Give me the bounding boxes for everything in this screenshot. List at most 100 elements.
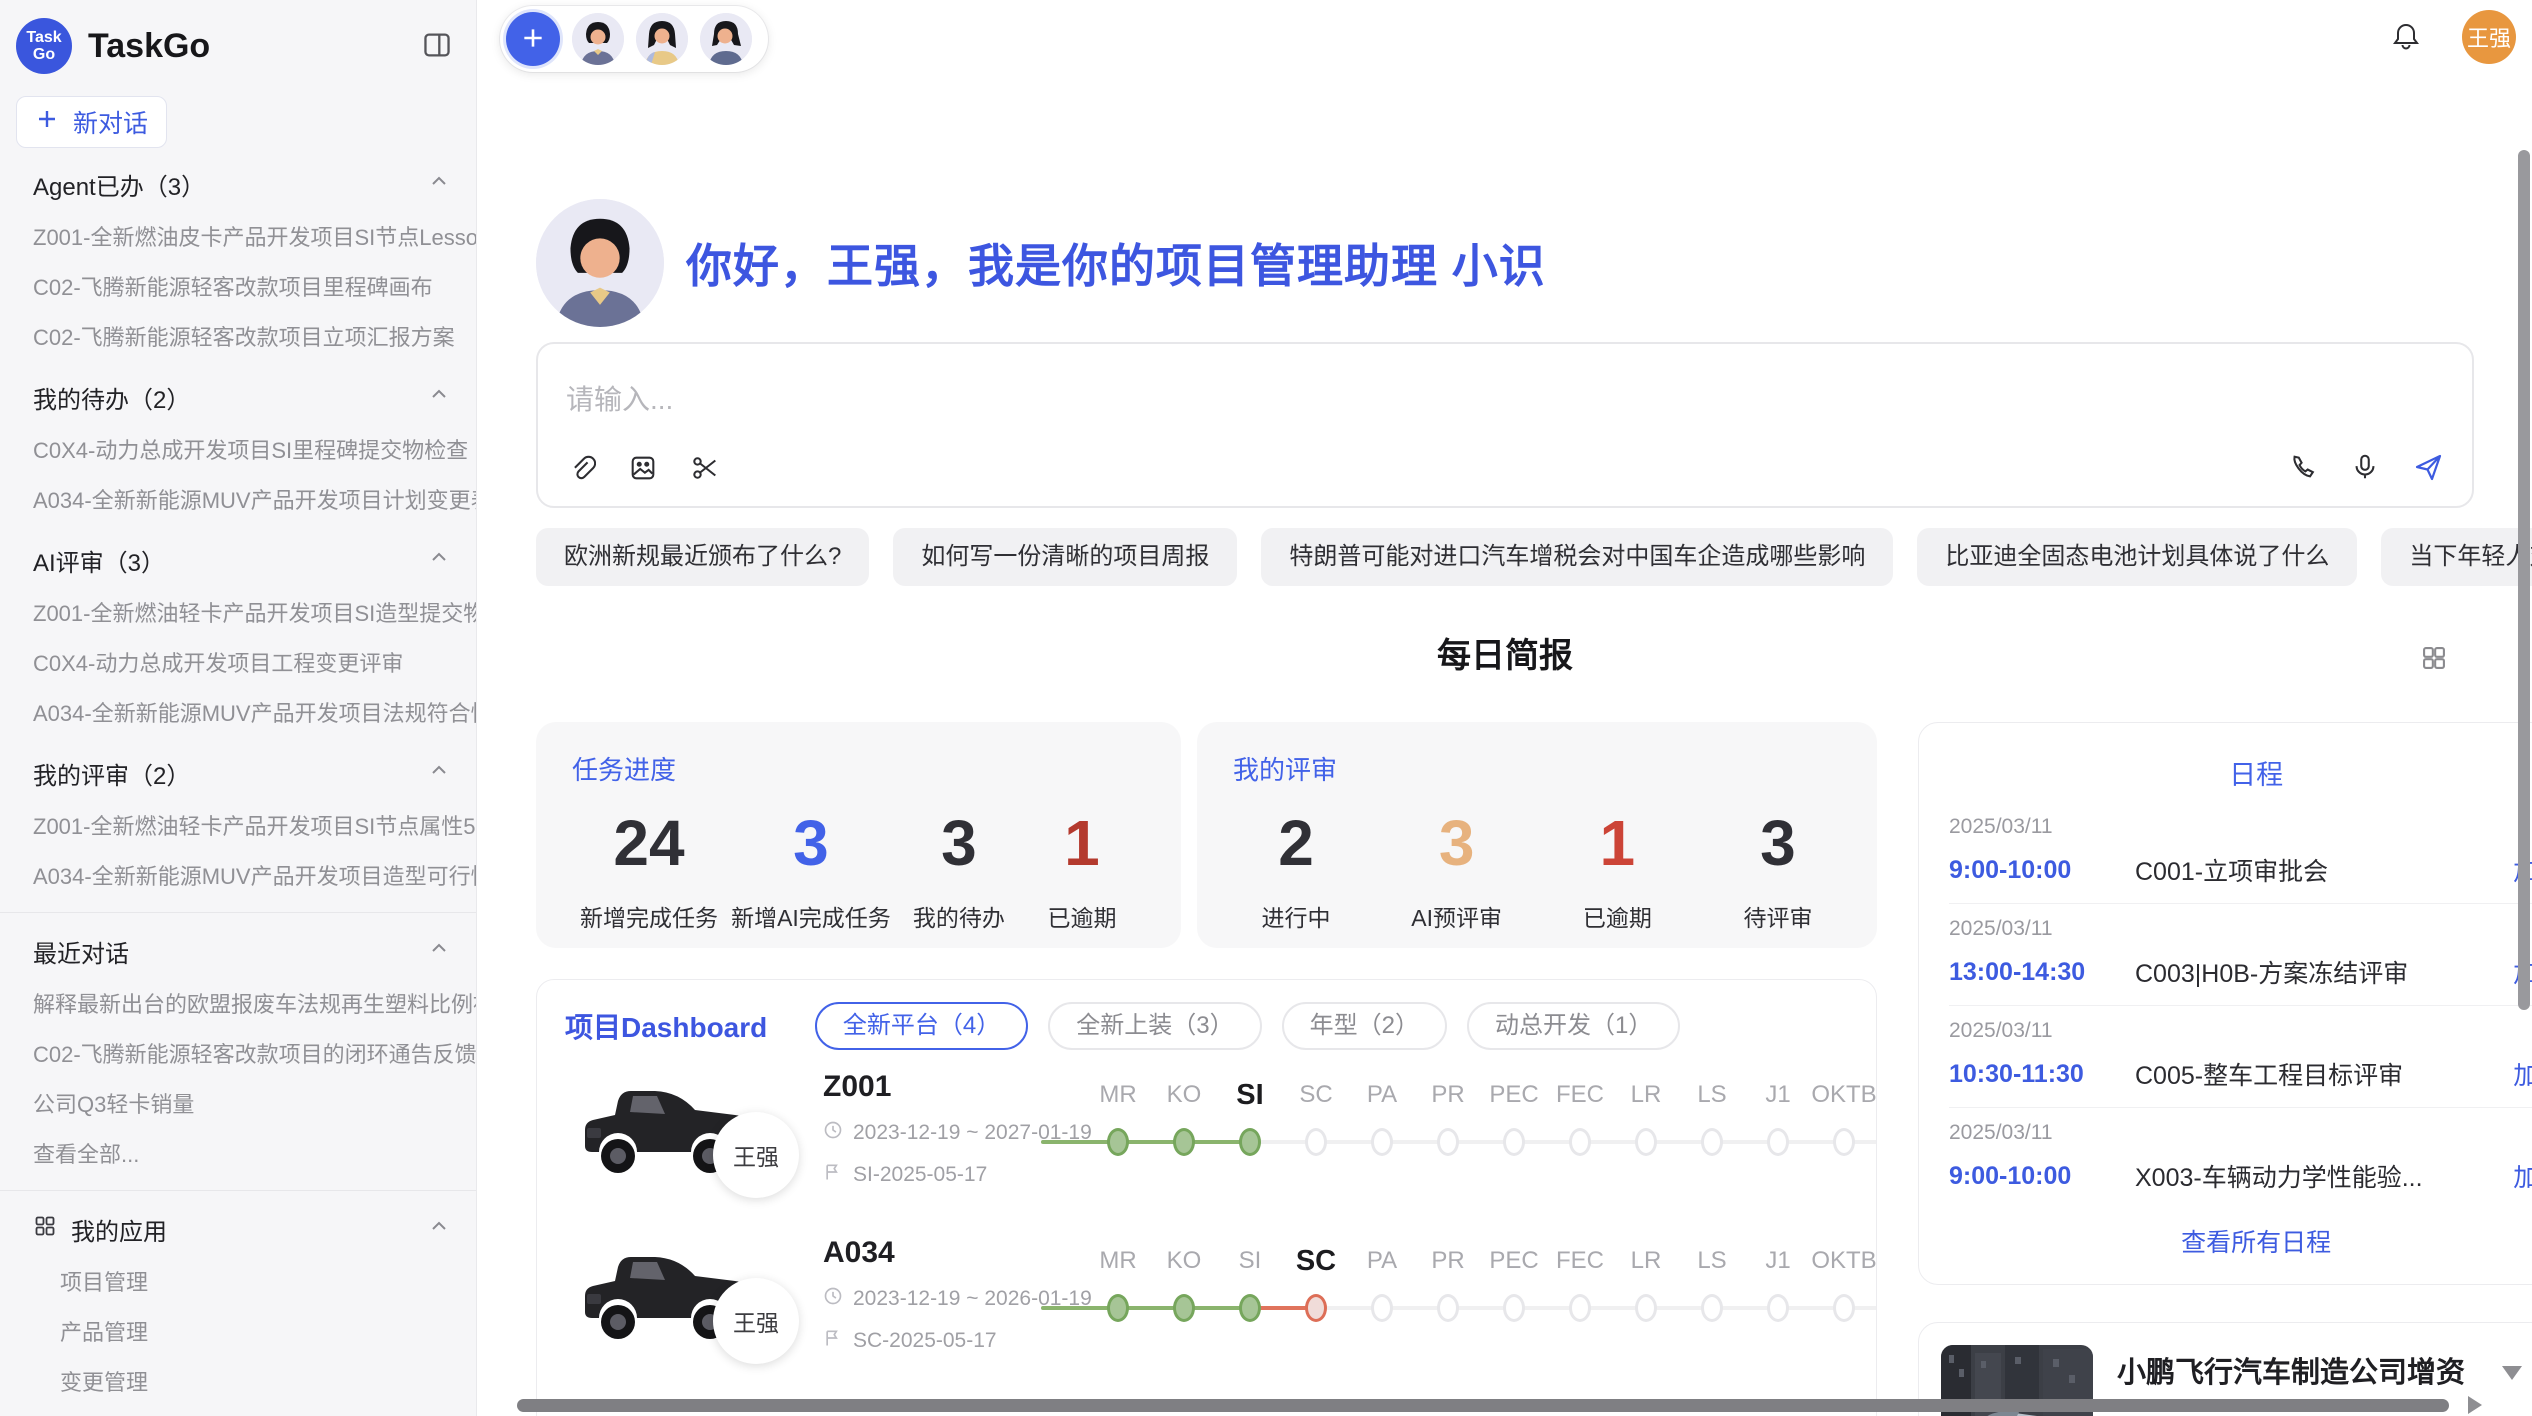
- sidebar-section-recent-chats[interactable]: 最近对话: [0, 925, 476, 978]
- sidebar-task-item[interactable]: Z001-全新燃油轻卡产品开发项目SI节点属性5D文件评审: [0, 800, 476, 850]
- owner-badge: 王强: [713, 1112, 799, 1198]
- chat-input-box[interactable]: 请输入...: [536, 342, 2474, 508]
- join-meeting-button[interactable]: 加入: [2513, 1056, 2532, 1092]
- schedule-time: 10:30-11:30: [1949, 1060, 2135, 1089]
- milestone-dot: [1701, 1294, 1723, 1322]
- screenshot-button[interactable]: [688, 451, 722, 488]
- app-item-change-mgmt[interactable]: 变更管理: [0, 1356, 476, 1406]
- plus-icon: [35, 107, 59, 138]
- recent-chat-item[interactable]: C02-飞腾新能源轻客改款项目的闭环通告反馈情况: [0, 1028, 476, 1078]
- avatar[interactable]: [700, 13, 752, 65]
- milestone-dot: [1635, 1294, 1657, 1322]
- sidebar-header: Task Go TaskGo: [0, 12, 476, 80]
- collapse-sidebar-button[interactable]: [418, 26, 456, 67]
- milestone-dot-alert: [1305, 1294, 1327, 1322]
- sidebar-task-item[interactable]: C02-飞腾新能源轻客改款项目里程碑画布: [0, 261, 476, 311]
- vertical-scrollbar[interactable]: [2518, 150, 2530, 1010]
- bell-icon: [2390, 20, 2422, 55]
- sidebar-section-my-review[interactable]: 我的评审（2）: [0, 747, 476, 800]
- notifications-button[interactable]: [2386, 16, 2426, 59]
- avatar[interactable]: [572, 13, 624, 65]
- sidebar-task-item[interactable]: Z001-全新燃油皮卡产品开发项目SI节点Lesson Learn报告: [0, 211, 476, 261]
- join-meeting-button[interactable]: 加入: [2513, 1158, 2532, 1194]
- new-session-button[interactable]: [506, 12, 560, 66]
- project-dates: 2023-12-19 ~ 2027-01-19: [823, 1120, 1071, 1146]
- tab-new-body[interactable]: 全新上装（3）: [1048, 1002, 1261, 1050]
- milestone-dot: [1503, 1128, 1525, 1156]
- send-button[interactable]: [2410, 449, 2446, 488]
- project-row-z001[interactable]: 王强 Z001 2023-12-19 ~ 2027-01-19: [565, 1066, 1848, 1216]
- horizontal-scrollbar[interactable]: [517, 1399, 2449, 1412]
- sidebar-section-my-apps[interactable]: 我的应用: [0, 1203, 476, 1256]
- stat-new-completed: 24 新增完成任务: [580, 807, 718, 933]
- suggestion-chip[interactable]: 比亚迪全固态电池计划具体说了什么: [1917, 528, 2357, 586]
- sidebar-section-my-todo[interactable]: 我的待办（2）: [0, 371, 476, 424]
- logo-line1: Task: [26, 29, 61, 46]
- divider: [0, 1190, 476, 1191]
- main-area: 王强 你好，王强，我是你的项目管理助理 小识 请输入...: [477, 0, 2532, 1416]
- suggestion-chip[interactable]: 特朗普可能对进口汽车增税会对中国车企造成哪些影响: [1261, 528, 1893, 586]
- project-code: A034: [823, 1236, 1071, 1270]
- schedule-time: 9:00-10:00: [1949, 856, 2135, 885]
- sidebar-task-item[interactable]: C0X4-动力总成开发项目工程变更评审: [0, 637, 476, 687]
- recent-chat-item[interactable]: 解释最新出台的欧盟报废车法规再生塑料比例被调至15%...: [0, 978, 476, 1028]
- app-root: Task Go TaskGo 新对话 Agent已办（3）: [0, 0, 2532, 1416]
- milestone-dot-current: [1239, 1128, 1261, 1156]
- schedule-event-title: C005-整车工程目标评审: [2135, 1056, 2513, 1092]
- greeting-text: 你好，王强，我是你的项目管理助理 小识: [686, 230, 1546, 296]
- voice-call-button[interactable]: [2286, 450, 2320, 487]
- milestone-dot-done: [1239, 1294, 1261, 1322]
- project-row-a034[interactable]: 王强 A034 2023-12-19 ~ 2026-01-19: [565, 1232, 1848, 1382]
- milestone-track: MRKO SI SC PAPR PECFEC LRLS J1OKTB: [1071, 1232, 1877, 1336]
- tab-model-year[interactable]: 年型（2）: [1282, 1002, 1447, 1050]
- milestone-dot-done: [1173, 1294, 1195, 1322]
- project-info: A034 2023-12-19 ~ 2026-01-19: [823, 1232, 1071, 1354]
- milestone-dot: [1767, 1128, 1789, 1156]
- suggestion-chip[interactable]: 欧洲新规最近颁布了什么?: [536, 528, 869, 586]
- suggestion-chip[interactable]: 如何写一份清晰的项目周报: [893, 528, 1237, 586]
- sidebar-section-agent-done[interactable]: Agent已办（3）: [0, 158, 476, 211]
- sidebar-section-ai-review[interactable]: AI评审（3）: [0, 534, 476, 587]
- app-item-product-mgmt[interactable]: 产品管理: [0, 1306, 476, 1356]
- scroll-down-arrow[interactable]: [2502, 1366, 2522, 1380]
- task-progress-card: 任务进度 24 新增完成任务 3 新增AI完成任务: [536, 722, 1181, 948]
- new-chat-label: 新对话: [73, 104, 148, 140]
- scroll-right-arrow[interactable]: [2468, 1396, 2482, 1414]
- schedule-time: 9:00-10:00: [1949, 1162, 2135, 1191]
- session-switcher: [500, 6, 768, 72]
- milestone-dot: [1437, 1294, 1459, 1322]
- milestone-dot: [1503, 1294, 1525, 1322]
- briefing-layout-button[interactable]: [2416, 640, 2452, 679]
- sidebar-task-item[interactable]: C0X4-动力总成开发项目SI里程碑提交物检查: [0, 424, 476, 474]
- user-avatar[interactable]: 王强: [2462, 10, 2516, 64]
- new-chat-button[interactable]: 新对话: [16, 96, 167, 148]
- avatar[interactable]: [636, 13, 688, 65]
- sidebar-task-item[interactable]: A034-全新新能源MUV产品开发项目造型可行性评审: [0, 850, 476, 900]
- section-label: Agent已办（3）: [33, 167, 205, 202]
- image-icon: [628, 453, 658, 486]
- schedule-item: 2025/03/11 10:30-11:30 C005-整车工程目标评审 加入: [1949, 1006, 2532, 1108]
- sidebar: Task Go TaskGo 新对话 Agent已办（3）: [0, 0, 477, 1416]
- project-dashboard-card: 项目Dashboard 全新平台（4） 全新上装（3） 年型（2） 动总开发（1…: [536, 979, 1877, 1416]
- panel-toggle-icon: [422, 30, 452, 63]
- recent-chats-view-all[interactable]: 查看全部...: [0, 1128, 476, 1178]
- tab-new-platform[interactable]: 全新平台（4）: [815, 1002, 1028, 1050]
- apps-view-all[interactable]: 查看全部...: [0, 1406, 476, 1416]
- sidebar-task-item[interactable]: A034-全新新能源MUV产品开发项目计划变更表编写: [0, 474, 476, 524]
- recent-chat-item[interactable]: 公司Q3轻卡销量: [0, 1078, 476, 1128]
- sidebar-task-item[interactable]: Z001-全新燃油轻卡产品开发项目SI造型提交物评审: [0, 587, 476, 637]
- milestone-dot: [1767, 1294, 1789, 1322]
- milestone-dot: [1371, 1128, 1393, 1156]
- suggestion-chip[interactable]: 当下年轻人对汽车外观有怎样的喜好趋势: [2381, 528, 2532, 586]
- attach-file-button[interactable]: [564, 451, 598, 488]
- sidebar-task-item[interactable]: C02-飞腾新能源轻客改款项目立项汇报方案: [0, 311, 476, 361]
- section-label: 最近对话: [33, 934, 129, 969]
- tab-powertrain[interactable]: 动总开发（1）: [1467, 1002, 1680, 1050]
- chevron-up-icon: [428, 170, 450, 199]
- project-dates: 2023-12-19 ~ 2026-01-19: [823, 1286, 1071, 1312]
- sidebar-task-item[interactable]: A034-全新新能源MUV产品开发项目法规符合性评审: [0, 687, 476, 737]
- app-item-project-mgmt[interactable]: 项目管理: [0, 1256, 476, 1306]
- view-all-schedule-link[interactable]: 查看所有日程: [1949, 1223, 2532, 1259]
- microphone-button[interactable]: [2348, 450, 2382, 487]
- insert-image-button[interactable]: [626, 451, 660, 488]
